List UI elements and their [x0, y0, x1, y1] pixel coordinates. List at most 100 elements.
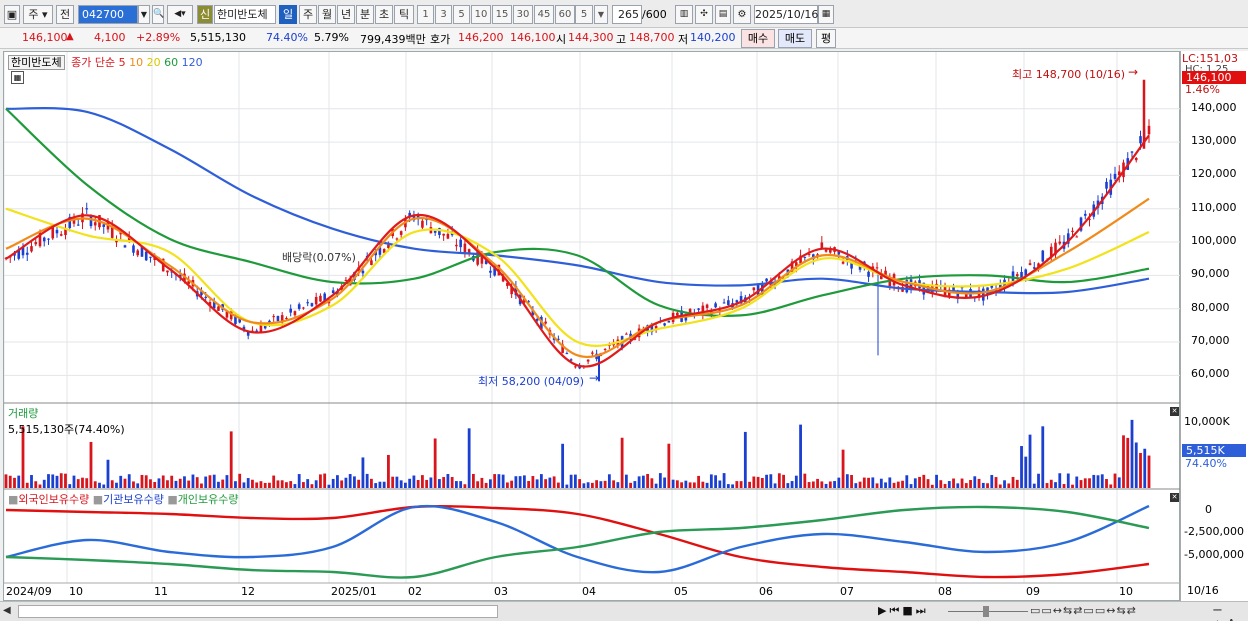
chart-area[interactable]: 한미반도체 종가 단순 5 10 20 60 120 ▦ 배당락(0.07%) …	[3, 51, 1181, 601]
minute-60[interactable]: 60	[555, 5, 575, 24]
minute-5[interactable]: 5	[453, 5, 470, 24]
date-input[interactable]: 2025/10/16	[754, 5, 818, 24]
low-annotation: 최저 58,200 (04/09)	[478, 375, 585, 388]
volume-bar	[433, 438, 437, 488]
table-icon[interactable]: ▦	[11, 71, 24, 84]
count-input[interactable]: 265	[612, 5, 642, 24]
chart-tools-icon[interactable]: ▭▭↔⇆⇄▭▭↔⇆⇄	[1030, 604, 1137, 617]
volume-bar	[25, 482, 29, 488]
horizontal-scrollbar[interactable]: ◀ ▶⏮■⏭ ▭▭↔⇆⇄▭▭↔⇆⇄ −+A	[0, 601, 1248, 621]
volume-bar	[238, 473, 242, 488]
buy-button[interactable]: 매수	[741, 29, 775, 48]
candle-body	[276, 316, 280, 322]
candle-body	[824, 249, 828, 252]
candle-body	[676, 312, 679, 316]
volume-bar	[1054, 482, 1057, 488]
calendar-icon[interactable]: ▦	[818, 5, 834, 24]
sound-icon[interactable]: ◀▾	[167, 5, 193, 24]
volume-bar	[573, 474, 577, 488]
volume-bar	[561, 443, 565, 488]
playback-controls-icon[interactable]: ▶⏮■⏭	[878, 604, 929, 618]
candle-body	[93, 222, 97, 226]
market-select[interactable]: 주 ▾	[23, 5, 53, 24]
volume-bar	[102, 484, 106, 488]
candle-body	[714, 303, 717, 308]
volume-bar	[64, 473, 67, 488]
prev-button[interactable]: 전	[56, 5, 74, 24]
volume-bar	[408, 478, 412, 488]
volume-bar	[471, 473, 475, 488]
gear-icon[interactable]: ⚙	[733, 5, 751, 24]
volume-y-tick: 10,000K	[1184, 415, 1230, 428]
high-label: 고	[616, 33, 627, 46]
x-axis-label: 02	[408, 585, 422, 598]
turnover-rate: 5.79%	[314, 31, 349, 44]
zoom-buttons-icon[interactable]: −+A	[1212, 603, 1248, 621]
volume-bar	[34, 481, 38, 488]
ask-price: 146,200	[458, 31, 504, 44]
save-icon[interactable]: ▤	[715, 5, 731, 24]
candle-body	[289, 308, 292, 313]
candle-body	[752, 287, 756, 291]
holdings-y-tick-1: -2,500,000	[1184, 525, 1244, 538]
x-axis-label: 12	[241, 585, 255, 598]
period-month[interactable]: 월	[318, 5, 336, 24]
minute-30[interactable]: 30	[513, 5, 533, 24]
minute-10[interactable]: 10	[471, 5, 491, 24]
period-year[interactable]: 년	[337, 5, 355, 24]
eval-button[interactable]: 평	[816, 29, 836, 48]
minute-1[interactable]: 1	[417, 5, 434, 24]
candle-body	[667, 320, 671, 323]
scroll-left-icon[interactable]: ◀	[3, 605, 11, 616]
volume-bar	[1100, 474, 1104, 488]
holdings-close-icon[interactable]: ✕	[1170, 493, 1179, 502]
crosshair-icon[interactable]: ✣	[695, 5, 713, 24]
candle-body	[1130, 151, 1134, 153]
minute-3[interactable]: 3	[435, 5, 452, 24]
minute-15[interactable]: 15	[492, 5, 512, 24]
period-day[interactable]: 일	[279, 5, 297, 24]
volume-bar	[535, 479, 539, 488]
volume-bar	[522, 475, 526, 488]
zoom-slider-handle[interactable]	[983, 606, 989, 617]
candle-body	[1075, 236, 1079, 238]
code-dropdown-icon[interactable]: ▼	[138, 5, 150, 24]
volume-bar	[748, 481, 751, 488]
volume-bar	[510, 480, 514, 488]
period-week[interactable]: 주	[299, 5, 317, 24]
volume-bar	[939, 480, 943, 488]
candle-body	[1105, 181, 1108, 189]
volume-bar	[1003, 480, 1006, 488]
stock-name-field[interactable]: 한미반도체	[214, 5, 276, 24]
volume-bar	[1139, 452, 1142, 488]
tick-dropdown-icon[interactable]: ▼	[594, 5, 608, 24]
ma-line-120	[5, 107, 1150, 295]
stock-code-input[interactable]: 042700	[78, 5, 138, 24]
high-annotation: 최고 148,700 (10/16)	[1012, 68, 1126, 81]
volume-bar	[314, 480, 318, 488]
sell-button[interactable]: 매도	[778, 29, 812, 48]
legend-ma60: 60	[164, 56, 179, 69]
low-arrow-icon: →	[589, 371, 600, 385]
x-axis-label: 04	[582, 585, 596, 598]
volume-bar	[361, 457, 365, 488]
period-minute[interactable]: 분	[356, 5, 374, 24]
scrollbar-thumb[interactable]	[18, 605, 498, 618]
candle-body	[331, 290, 335, 294]
volume-bar	[867, 477, 870, 488]
period-second[interactable]: 초	[375, 5, 393, 24]
candle-icon[interactable]: ▥	[675, 5, 693, 24]
low-label: 저	[678, 33, 689, 46]
period-tick[interactable]: 틱	[394, 5, 414, 24]
volume-bar	[956, 483, 960, 488]
volume-bar	[811, 481, 815, 488]
volume-bar	[505, 482, 509, 488]
candle-body	[574, 366, 577, 368]
volume-bar	[926, 479, 930, 488]
minute-45[interactable]: 45	[534, 5, 554, 24]
price-y-tick: 130,000	[1191, 134, 1237, 148]
tick-unit-select[interactable]: 5	[575, 5, 593, 24]
menu-icon[interactable]: ▣	[4, 5, 20, 24]
volume-close-icon[interactable]: ✕	[1170, 407, 1179, 416]
search-icon[interactable]: 🔍	[152, 5, 164, 24]
